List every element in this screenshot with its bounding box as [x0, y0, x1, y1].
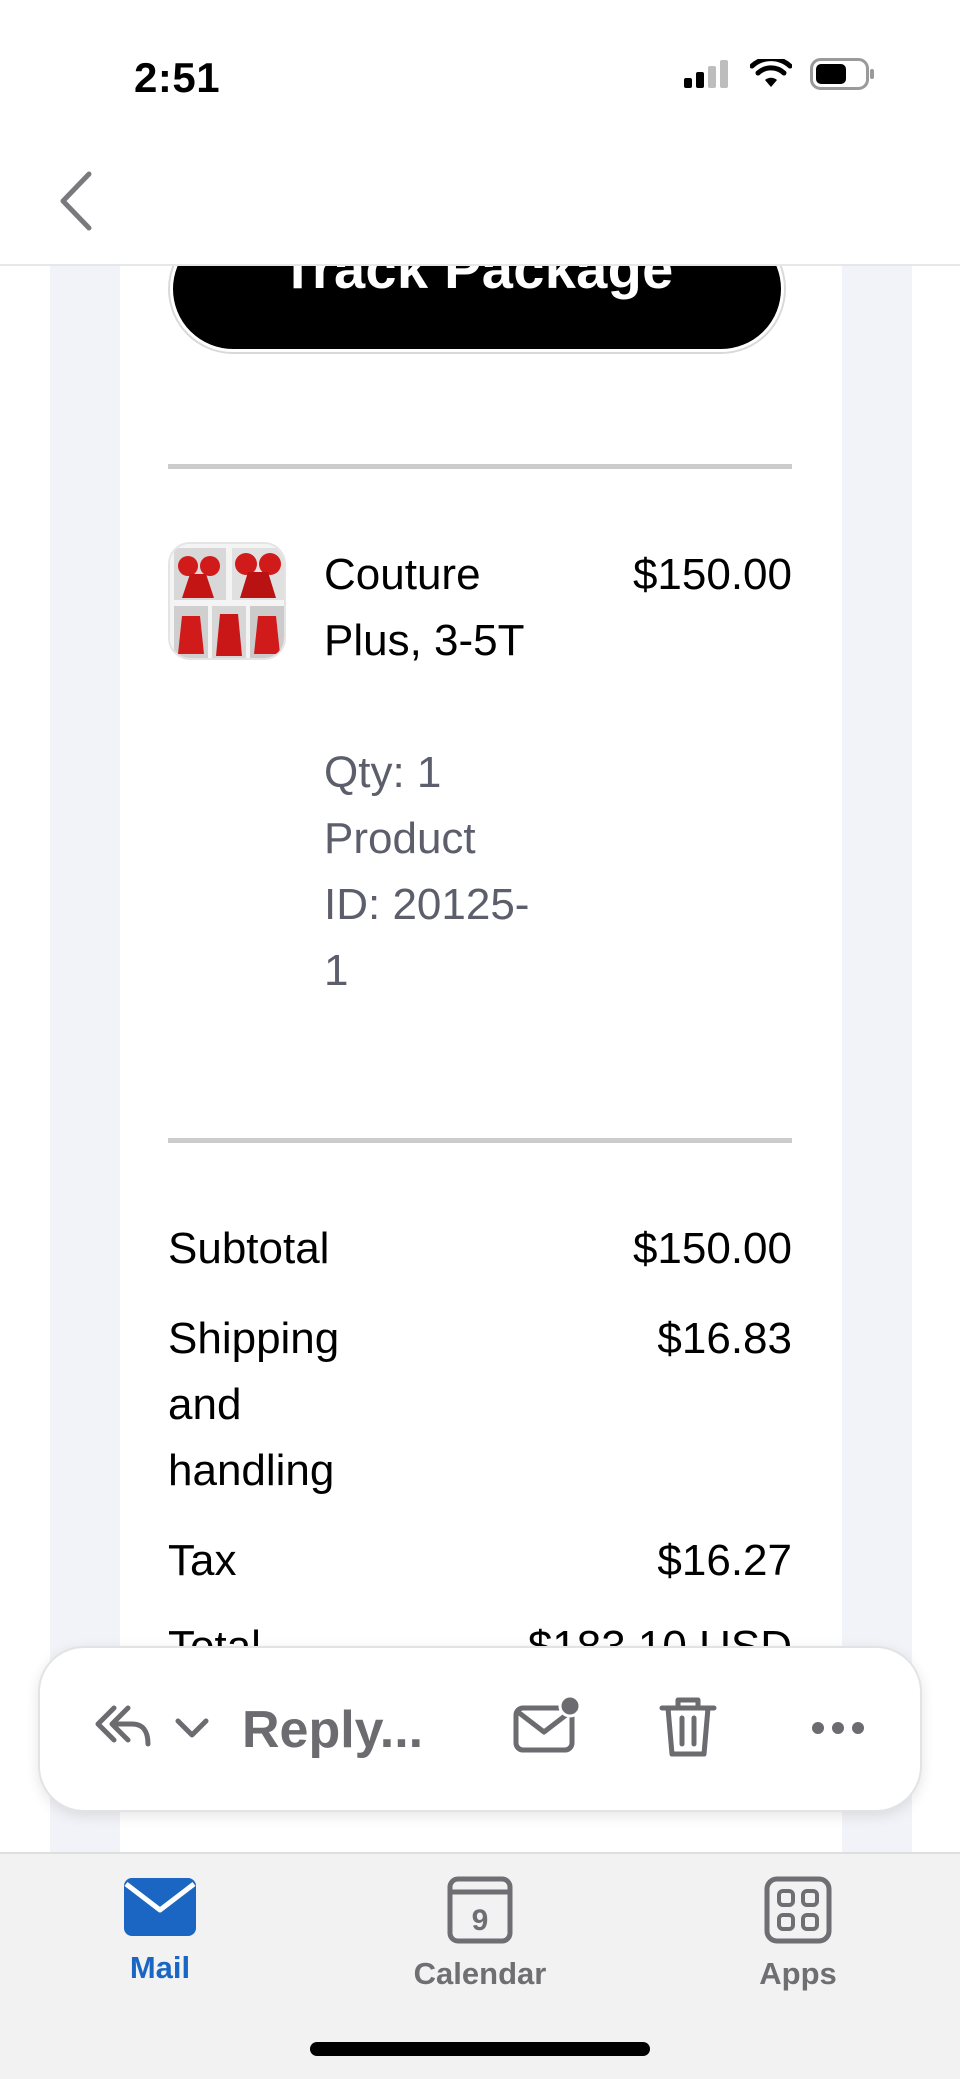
back-button[interactable] — [50, 166, 100, 236]
tab-apps[interactable]: Apps — [698, 1876, 898, 1996]
navigation-header — [0, 140, 960, 266]
reply-toolbar: Reply... — [38, 1646, 922, 1812]
tab-label: Calendar — [413, 1956, 547, 1991]
calendar-icon: 9 — [447, 1876, 513, 1944]
product-thumbnail — [168, 542, 286, 660]
tab-label: Apps — [759, 1956, 837, 1991]
reply-all-icon[interactable] — [92, 1700, 152, 1754]
home-indicator[interactable] — [310, 2042, 650, 2056]
mark-unread-icon[interactable] — [512, 1694, 582, 1760]
battery-icon — [810, 58, 874, 90]
wifi-icon — [750, 59, 792, 87]
mail-icon — [124, 1878, 196, 1936]
reply-button[interactable]: Reply... — [242, 1700, 423, 1760]
product-price: $150.00 — [632, 550, 792, 599]
tab-bar: Mail 9 Calendar Apps — [0, 1852, 960, 2079]
status-icons — [684, 58, 876, 90]
apps-grid-icon — [764, 1876, 832, 1944]
calendar-day: 9 — [472, 1904, 489, 1937]
chevron-left-icon — [60, 171, 92, 231]
track-package-button[interactable]: Track Package — [170, 266, 784, 352]
status-bar: 2:51 — [0, 0, 960, 140]
chevron-down-icon[interactable] — [172, 1708, 212, 1748]
divider — [168, 464, 792, 469]
product-meta: Qty: 1 Product ID: 20125-1 — [324, 740, 534, 1004]
trash-icon[interactable] — [658, 1694, 718, 1760]
tax-label: Tax — [168, 1536, 237, 1585]
product-image — [170, 544, 284, 658]
cellular-signal-icon — [684, 60, 728, 88]
tab-mail[interactable]: Mail — [60, 1876, 260, 1996]
subtotal-label: Subtotal — [168, 1224, 330, 1273]
status-time: 2:51 — [134, 54, 221, 101]
more-icon[interactable] — [810, 1720, 866, 1736]
subtotal-value: $150.00 — [632, 1224, 792, 1273]
email-body: Track Package Couture Plus, 3-5T Qty: 1 … — [0, 266, 960, 1852]
tab-calendar[interactable]: 9 Calendar — [380, 1876, 580, 1996]
mail-message-screen: 2:51 Track Package Couture Plus, 3-5T Qt… — [0, 0, 960, 2079]
product-name: Couture Plus, 3-5T — [324, 550, 525, 665]
tax-value: $16.27 — [657, 1536, 792, 1585]
shipping-value: $16.83 — [657, 1314, 792, 1363]
tab-label: Mail — [129, 1950, 191, 1985]
product-id: Product ID: 20125-1 — [324, 814, 530, 995]
shipping-label: Shipping and handling — [168, 1314, 340, 1495]
product-qty: Qty: 1 — [324, 748, 442, 797]
divider — [168, 1138, 792, 1143]
